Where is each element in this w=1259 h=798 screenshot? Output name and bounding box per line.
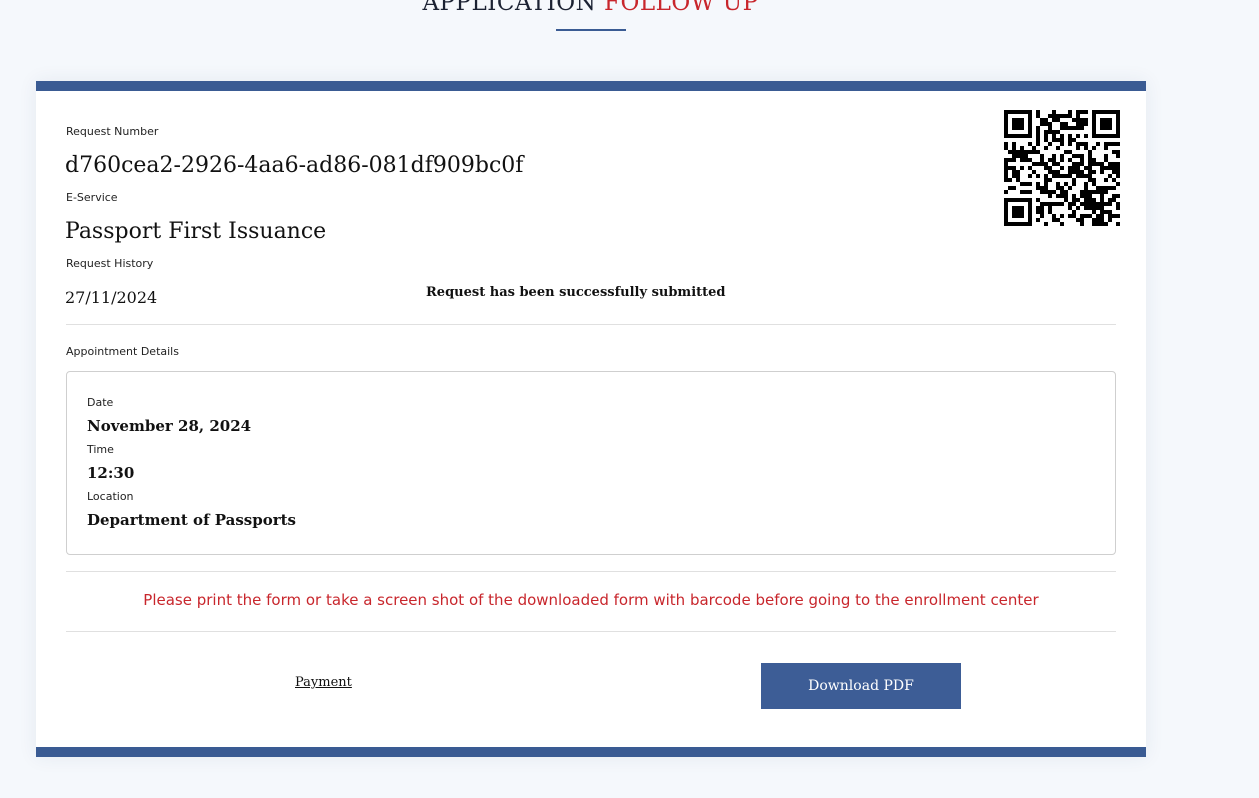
e-service-value: Passport First Issuance [65, 219, 327, 244]
request-history-date: 27/11/2024 [65, 288, 158, 307]
request-number-label: Request Number [66, 125, 159, 138]
page-title-main: APPLICATION [422, 0, 597, 16]
divider-top [66, 324, 1116, 325]
title-underline [556, 29, 626, 31]
e-service-label: E-Service [66, 191, 118, 204]
payment-link[interactable]: Payment [295, 675, 352, 690]
divider-notice-bottom [66, 631, 1116, 632]
appointment-location-label: Location [87, 490, 134, 503]
appointment-details-label: Appointment Details [66, 345, 179, 358]
appointment-date-value: November 28, 2024 [87, 417, 252, 435]
appointment-time-label: Time [87, 443, 114, 456]
request-number-value: d760cea2-2926-4aa6-ad86-081df909bc0f [65, 153, 524, 178]
request-history-label: Request History [66, 257, 154, 270]
page-title: APPLICATION FOLLOW UP [0, 0, 1181, 16]
appointment-time-value: 12:30 [87, 464, 135, 482]
appointment-date-label: Date [87, 396, 114, 409]
request-history-status: Request has been successfully submitted [426, 285, 726, 300]
print-notice: Please print the form or take a screen s… [143, 591, 1039, 609]
page-title-accent: FOLLOW UP [604, 0, 759, 16]
appointment-location-value: Department of Passports [87, 511, 296, 529]
application-card: Request Number d760cea2-2926-4aa6-ad86-0… [36, 81, 1146, 757]
appointment-details-box: Date November 28, 2024 Time 12:30 Locati… [66, 371, 1116, 555]
download-pdf-button[interactable]: Download PDF [761, 663, 961, 709]
qr-code-icon [1004, 110, 1120, 226]
divider-notice-top [66, 571, 1116, 572]
